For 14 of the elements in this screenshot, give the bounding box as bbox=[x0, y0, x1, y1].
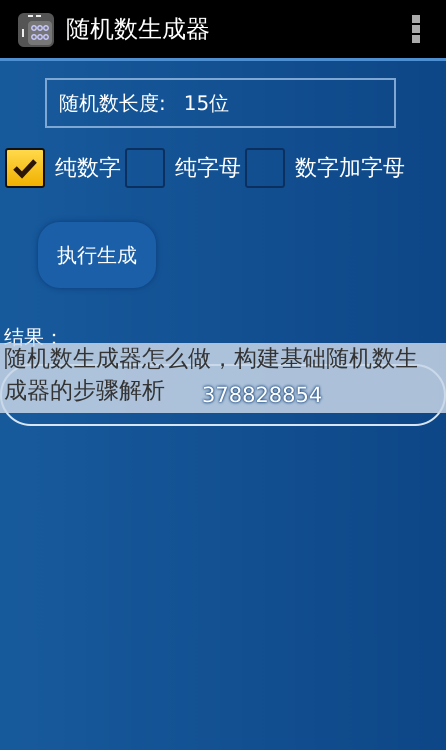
checkbox[interactable] bbox=[245, 148, 285, 188]
overflow-menu-icon[interactable] bbox=[412, 15, 420, 43]
length-field[interactable]: 随机数长度: 15位 bbox=[45, 78, 396, 128]
length-value: 15位 bbox=[184, 90, 230, 116]
result-value: 378828854 bbox=[202, 383, 322, 407]
checkbox[interactable] bbox=[5, 148, 45, 188]
app-title: 随机数生成器 bbox=[66, 14, 211, 45]
option-label: 纯字母 bbox=[175, 155, 241, 183]
length-label: 随机数长度: bbox=[59, 90, 166, 116]
generate-button[interactable]: 执行生成 bbox=[38, 222, 156, 288]
checkbox[interactable] bbox=[125, 148, 165, 188]
option-label: 纯数字 bbox=[55, 155, 121, 183]
option-label: 数字加字母 bbox=[295, 155, 405, 183]
checkmark-icon bbox=[12, 157, 38, 179]
